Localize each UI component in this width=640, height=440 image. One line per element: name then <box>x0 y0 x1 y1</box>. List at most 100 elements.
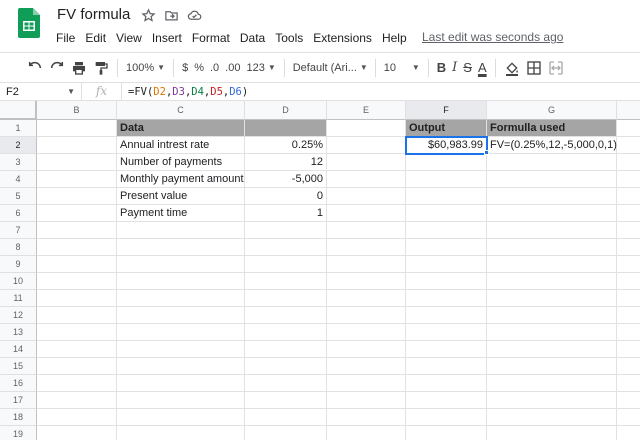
grid-cell[interactable] <box>37 324 117 341</box>
grid-cell[interactable] <box>37 154 117 171</box>
grid-cell[interactable] <box>245 358 327 375</box>
grid-cell[interactable] <box>617 256 640 273</box>
grid-cell[interactable] <box>37 171 117 188</box>
data-header-cell-d[interactable] <box>245 120 327 137</box>
data-label-cell[interactable]: Present value <box>117 188 245 205</box>
data-value-cell[interactable]: -5,000 <box>245 171 327 188</box>
grid-cell[interactable] <box>37 205 117 222</box>
grid-cell[interactable] <box>245 222 327 239</box>
grid-cell[interactable] <box>406 426 487 440</box>
font-family-select[interactable]: Default (Ari... ▼ <box>290 57 370 79</box>
grid-cell[interactable] <box>245 324 327 341</box>
menu-view[interactable]: View <box>111 29 147 47</box>
menu-data[interactable]: Data <box>235 29 270 47</box>
column-header-b[interactable]: B <box>37 101 117 120</box>
grid-cell[interactable] <box>117 426 245 440</box>
grid-cell[interactable] <box>245 290 327 307</box>
grid-cell[interactable] <box>406 222 487 239</box>
row-header[interactable]: 11 <box>0 290 37 307</box>
menu-tools[interactable]: Tools <box>270 29 308 47</box>
grid-cell[interactable] <box>37 426 117 440</box>
grid-cell[interactable] <box>617 307 640 324</box>
output-header-cell[interactable]: Output <box>406 120 487 137</box>
grid-cell[interactable] <box>617 324 640 341</box>
row-header[interactable]: 3 <box>0 154 37 171</box>
fill-color-button[interactable] <box>501 57 523 79</box>
grid-cell[interactable] <box>37 409 117 426</box>
data-value-cell[interactable]: 1 <box>245 205 327 222</box>
grid-cell[interactable] <box>245 341 327 358</box>
grid-cell[interactable] <box>117 290 245 307</box>
grid-cell[interactable] <box>617 392 640 409</box>
grid-cell[interactable] <box>327 222 406 239</box>
grid-cell[interactable] <box>37 273 117 290</box>
grid-cell[interactable] <box>617 426 640 440</box>
menu-file[interactable]: File <box>51 29 80 47</box>
grid-cell[interactable] <box>617 171 640 188</box>
grid-cell[interactable] <box>37 341 117 358</box>
grid-cell[interactable] <box>487 375 617 392</box>
fill-handle[interactable] <box>484 150 489 155</box>
row-header[interactable]: 10 <box>0 273 37 290</box>
grid-cell[interactable] <box>487 154 617 171</box>
italic-button[interactable]: I <box>449 57 460 79</box>
data-label-cell[interactable]: Payment time <box>117 205 245 222</box>
grid-cell[interactable] <box>487 222 617 239</box>
grid-cell[interactable] <box>37 137 117 154</box>
grid-cell[interactable] <box>245 256 327 273</box>
grid-cell[interactable] <box>117 222 245 239</box>
star-icon[interactable] <box>141 8 156 23</box>
grid-cell[interactable] <box>406 392 487 409</box>
grid-cell[interactable] <box>327 239 406 256</box>
row-header[interactable]: 12 <box>0 307 37 324</box>
grid-cell[interactable] <box>327 290 406 307</box>
row-header[interactable]: 2 <box>0 137 37 154</box>
data-value-cell[interactable]: 0.25% <box>245 137 327 154</box>
row-header[interactable]: 17 <box>0 392 37 409</box>
grid-cell[interactable] <box>487 290 617 307</box>
row-header[interactable]: 4 <box>0 171 37 188</box>
zoom-select[interactable]: 100% ▼ <box>123 57 168 79</box>
grid-cell[interactable] <box>117 307 245 324</box>
grid-cell[interactable] <box>406 188 487 205</box>
row-header[interactable]: 8 <box>0 239 37 256</box>
grid-cell[interactable] <box>245 307 327 324</box>
percent-format-button[interactable]: % <box>191 57 207 79</box>
grid-cell[interactable] <box>37 188 117 205</box>
row-header[interactable]: 18 <box>0 409 37 426</box>
merge-cells-button[interactable] <box>545 57 567 79</box>
borders-button[interactable] <box>523 57 545 79</box>
grid-cell[interactable] <box>117 256 245 273</box>
menu-extensions[interactable]: Extensions <box>308 29 377 47</box>
grid-cell[interactable] <box>327 188 406 205</box>
row-header[interactable]: 6 <box>0 205 37 222</box>
row-header[interactable]: 13 <box>0 324 37 341</box>
grid-cell[interactable] <box>487 256 617 273</box>
grid-cell[interactable] <box>617 375 640 392</box>
grid-cell[interactable] <box>617 290 640 307</box>
row-header[interactable]: 16 <box>0 375 37 392</box>
row-header[interactable]: 7 <box>0 222 37 239</box>
grid-cell[interactable] <box>487 273 617 290</box>
row-header[interactable]: 1 <box>0 120 37 137</box>
more-formats-button[interactable]: 123 ▼ <box>243 57 278 79</box>
grid-cell[interactable] <box>37 222 117 239</box>
grid-cell[interactable] <box>327 154 406 171</box>
grid-cell[interactable] <box>117 273 245 290</box>
grid-cell[interactable] <box>487 324 617 341</box>
grid-cell[interactable] <box>617 222 640 239</box>
grid-cell[interactable] <box>487 171 617 188</box>
spreadsheet-grid[interactable]: B C D E F G 1 2 3 4 5 6 7 8 9 10 11 12 13 14 15 16 17 18 1… <box>0 101 640 440</box>
grid-cell[interactable] <box>406 171 487 188</box>
grid-cell[interactable] <box>406 205 487 222</box>
grid-cell[interactable] <box>37 120 117 137</box>
grid-cell[interactable] <box>617 239 640 256</box>
font-size-select[interactable]: 10 ▼ <box>381 57 423 79</box>
name-box[interactable]: F2 ▼ <box>0 83 82 100</box>
column-header-g[interactable]: G <box>487 101 617 120</box>
grid-cell[interactable] <box>37 392 117 409</box>
grid-cell[interactable] <box>487 409 617 426</box>
grid-cell[interactable] <box>327 324 406 341</box>
cloud-status-icon[interactable] <box>187 8 202 23</box>
grid-cell[interactable] <box>617 358 640 375</box>
